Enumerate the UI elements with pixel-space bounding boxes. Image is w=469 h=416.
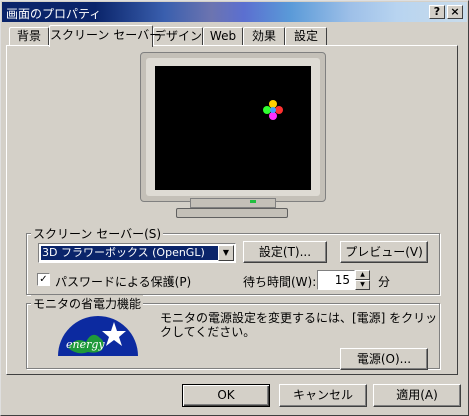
tab-web[interactable]: Web [203, 27, 243, 45]
preview-screen [155, 66, 311, 190]
cancel-button[interactable]: キャンセル [279, 384, 367, 407]
monitor-stand-base [176, 208, 288, 218]
screensaver-group-label: スクリーン セーバー(S) [31, 225, 164, 242]
help-button[interactable]: ? [429, 5, 445, 19]
screensaver-selected-value: 3D フラワーボックス (OpenGL) [41, 246, 218, 260]
tab-settings[interactable]: 設定 [285, 27, 327, 45]
power-description: モニタの電源設定を変更するには、[電源] をクリックしてください。 [160, 311, 438, 339]
power-group-label: モニタの省電力機能 [31, 295, 144, 312]
tab-effects[interactable]: 効果 [243, 27, 285, 45]
flowerbox-icon [263, 100, 283, 120]
chevron-down-icon[interactable]: ▼ [218, 245, 234, 261]
tab-screensaver[interactable]: スクリーン セーバー [49, 25, 161, 47]
energy-star-icon: energy [56, 312, 140, 358]
monitor-stand-neck [190, 198, 276, 208]
wait-unit: 分 [378, 275, 391, 289]
power-button[interactable]: 電源(O)... [340, 348, 428, 370]
wait-input[interactable]: 15 [317, 270, 355, 290]
settings-button[interactable]: 設定(T)... [243, 241, 327, 263]
wait-label: 待ち時間(W): [243, 275, 317, 289]
close-button[interactable]: × [447, 5, 463, 19]
password-label[interactable]: パスワードによる保護(P) [55, 273, 191, 290]
screensaver-select[interactable]: 3D フラワーボックス (OpenGL) ▼ [38, 243, 236, 263]
preview-button[interactable]: プレビュー(V) [340, 241, 428, 263]
password-checkbox[interactable]: ✓ [37, 273, 50, 286]
spin-up-icon[interactable]: ▲ [355, 270, 370, 280]
ok-button[interactable]: OK [182, 384, 270, 407]
energy-logo-text: energy [66, 338, 105, 351]
apply-button[interactable]: 適用(A) [373, 384, 461, 407]
spin-down-icon[interactable]: ▼ [355, 280, 370, 290]
power-led-icon [250, 200, 256, 203]
title-bar[interactable]: 画面のプロパティ ? × [2, 2, 467, 22]
window-title: 画面のプロパティ [6, 7, 102, 21]
tab-background[interactable]: 背景 [9, 27, 49, 45]
